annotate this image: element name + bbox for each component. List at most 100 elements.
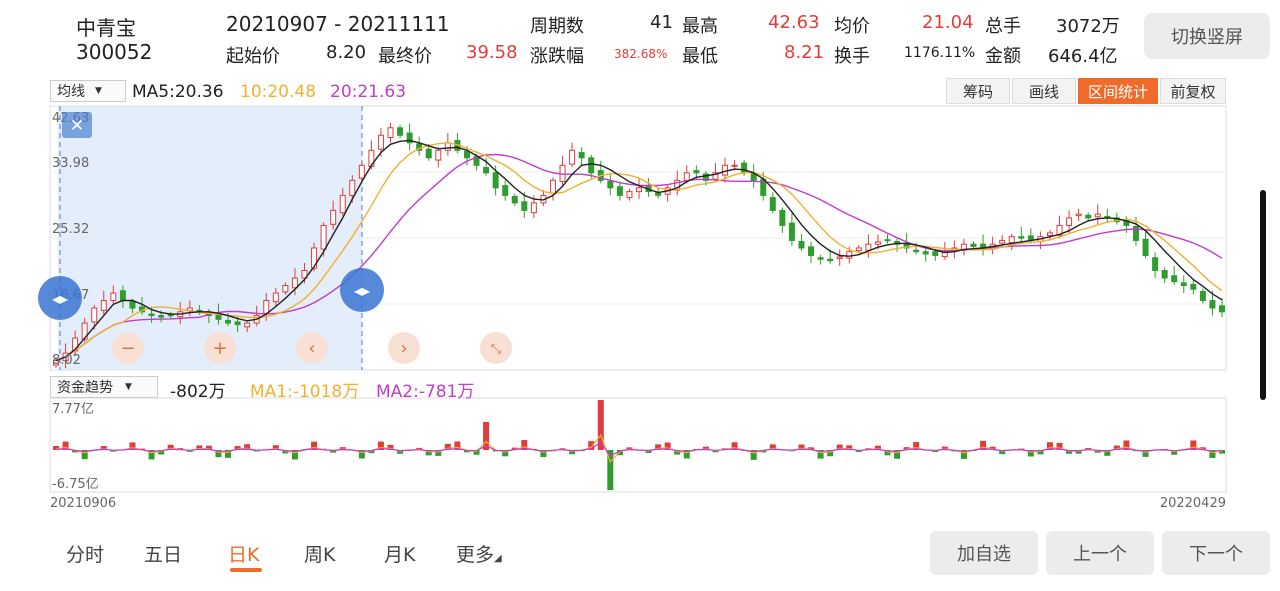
candle-body bbox=[311, 247, 318, 269]
zoom-in-button[interactable]: + bbox=[204, 332, 236, 364]
candle-body bbox=[827, 258, 834, 262]
corner-arrow-icon: ◢ bbox=[494, 553, 502, 564]
candle-body bbox=[607, 180, 614, 189]
candle-body bbox=[110, 292, 117, 302]
candle-body bbox=[330, 209, 337, 225]
date-start: 20210906 bbox=[50, 496, 116, 511]
tab-more[interactable]: 更多◢ bbox=[456, 540, 502, 567]
candle-body bbox=[1008, 236, 1015, 244]
candle-body bbox=[922, 251, 929, 255]
candle-body bbox=[932, 251, 939, 256]
fund-ma1-line bbox=[55, 433, 1223, 464]
fund-bars-group bbox=[53, 400, 1225, 490]
candle-body bbox=[1180, 282, 1187, 287]
tab-more-label: 更多 bbox=[456, 544, 495, 566]
candle-body bbox=[750, 173, 757, 181]
candle-body bbox=[492, 172, 499, 189]
candle-body bbox=[741, 162, 748, 174]
fund-value: -802万 bbox=[170, 382, 226, 402]
move-right-button[interactable]: › bbox=[388, 332, 420, 364]
candle-body bbox=[1066, 217, 1073, 226]
candle-body bbox=[1209, 300, 1216, 309]
selection-left-handle[interactable]: ◂▸ bbox=[38, 276, 82, 320]
fund-selector[interactable]: 资金趋势 ▼ bbox=[50, 376, 158, 398]
candle-body bbox=[874, 241, 881, 245]
candle-body bbox=[655, 192, 662, 196]
previous-stock-button[interactable]: 上一个 bbox=[1046, 531, 1154, 575]
candle-body bbox=[884, 239, 891, 242]
candle-body bbox=[817, 257, 824, 260]
candle-body bbox=[683, 172, 690, 181]
candle-body bbox=[100, 300, 107, 311]
candle-body bbox=[731, 164, 738, 167]
candle-body bbox=[148, 313, 155, 317]
reset-zoom-button[interactable]: ⤡ bbox=[480, 332, 512, 364]
candle-body bbox=[808, 246, 815, 256]
next-stock-button[interactable]: 下一个 bbox=[1162, 531, 1270, 575]
fund-selector-label: 资金趋势 bbox=[57, 380, 113, 396]
chevron-right-icon: › bbox=[400, 338, 407, 359]
candle-body bbox=[798, 241, 805, 249]
candle-body bbox=[1085, 214, 1092, 219]
tab-monthly-k[interactable]: 月K bbox=[384, 540, 415, 567]
candle-body bbox=[1190, 283, 1197, 290]
candle-body bbox=[855, 247, 862, 252]
candle-body bbox=[339, 194, 346, 214]
axis-label-2: 33.98 bbox=[52, 156, 89, 171]
candle-body bbox=[263, 300, 270, 314]
candle-body bbox=[521, 201, 528, 211]
tab-intraday[interactable]: 分时 bbox=[66, 540, 104, 567]
candle-body bbox=[636, 187, 642, 193]
candle-body bbox=[788, 222, 795, 241]
candle-body bbox=[425, 148, 432, 159]
candle-body bbox=[865, 243, 872, 251]
candle-body bbox=[530, 202, 537, 214]
candle-body bbox=[1171, 275, 1178, 283]
candle-body bbox=[913, 249, 920, 253]
candle-body bbox=[1142, 238, 1149, 256]
candle-body bbox=[616, 186, 623, 196]
candle-body bbox=[129, 301, 136, 309]
selection-right-handle[interactable]: ◂▸ bbox=[340, 268, 384, 312]
active-tab-underline bbox=[230, 568, 262, 572]
candle-body bbox=[158, 315, 165, 318]
candle-body bbox=[1219, 305, 1225, 313]
candle-body bbox=[1152, 257, 1159, 271]
candle-body bbox=[626, 191, 633, 199]
fund-axis-top: 7.77亿 bbox=[52, 402, 94, 417]
close-icon: ✕ bbox=[70, 116, 84, 136]
move-left-button[interactable]: ‹ bbox=[296, 332, 328, 364]
candle-body bbox=[970, 243, 977, 247]
close-selection-button[interactable]: ✕ bbox=[62, 112, 92, 138]
candle-body bbox=[1018, 236, 1025, 239]
scrollbar[interactable] bbox=[1260, 190, 1266, 400]
candle-body bbox=[282, 285, 289, 293]
candle-body bbox=[549, 179, 556, 194]
tab-five-day[interactable]: 五日 bbox=[144, 540, 182, 567]
shrink-icon: ⤡ bbox=[491, 342, 502, 357]
drag-arrows-icon: ◂▸ bbox=[52, 289, 68, 308]
candle-body bbox=[1199, 291, 1206, 302]
fund-ma1: MA1:-1018万 bbox=[250, 382, 360, 402]
candle-body bbox=[167, 314, 174, 317]
candle-body bbox=[349, 179, 356, 196]
candle-body bbox=[244, 322, 251, 328]
candle-body bbox=[463, 150, 470, 159]
plus-icon: + bbox=[212, 338, 227, 359]
dropdown-arrow-icon: ▼ bbox=[125, 382, 132, 392]
chevron-left-icon: ‹ bbox=[308, 338, 315, 359]
candle-body bbox=[846, 251, 853, 259]
candle-body bbox=[569, 149, 576, 165]
zoom-out-button[interactable]: − bbox=[112, 332, 144, 364]
candle-body bbox=[1161, 269, 1168, 279]
tab-daily-k[interactable]: 日K bbox=[228, 540, 262, 572]
fund-ma2: MA2:-781万 bbox=[376, 382, 475, 402]
candle-body bbox=[387, 127, 394, 139]
candle-body bbox=[272, 292, 279, 303]
tab-weekly-k[interactable]: 周K bbox=[304, 540, 335, 567]
add-watchlist-button[interactable]: 加自选 bbox=[930, 531, 1038, 575]
axis-label-min: 8.02 bbox=[52, 353, 81, 368]
kline-chart[interactable]: 42.63 33.98 25.32 16.67 8.02 ✕ ◂▸ ◂▸ − +… bbox=[0, 0, 1280, 591]
candle-body bbox=[1046, 232, 1053, 237]
candle-body bbox=[1094, 213, 1101, 218]
